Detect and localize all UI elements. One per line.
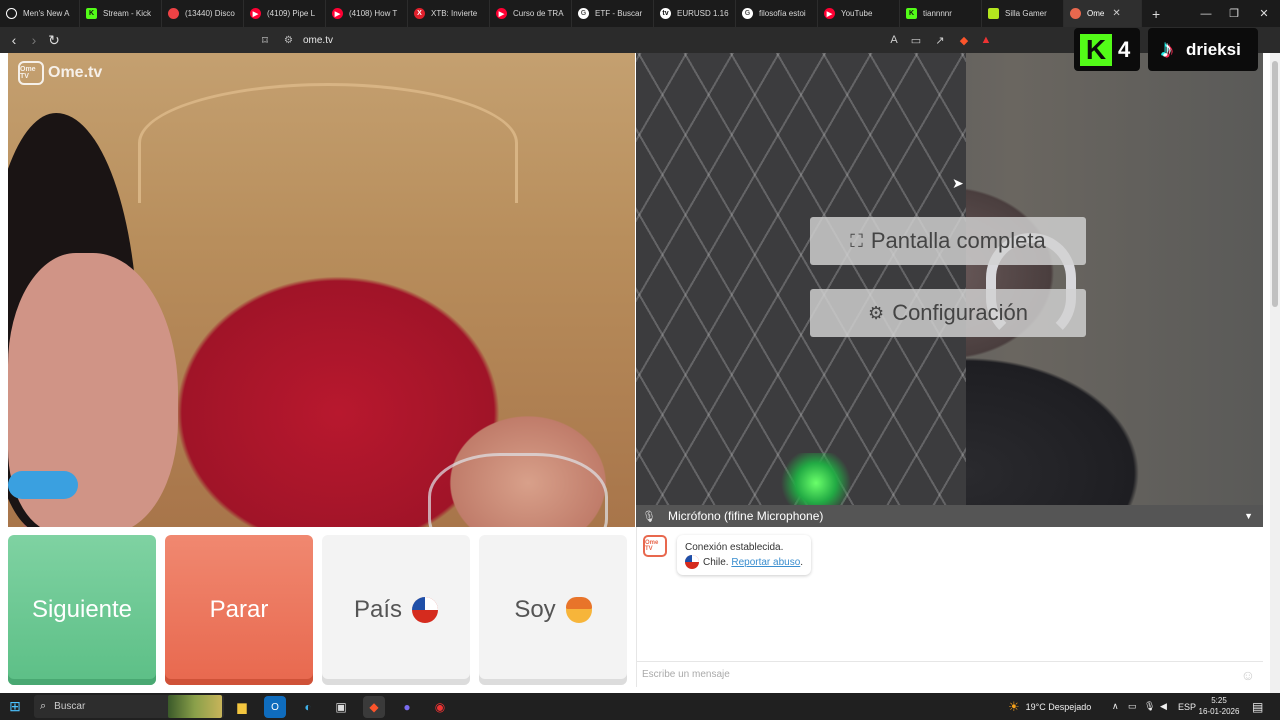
taskbar-search[interactable]: ⌕ Buscar — [34, 695, 224, 718]
own-video: ⛶ Pantalla completa ⚙ Configuración ➤ — [636, 53, 1263, 527]
ometv-logo: Ome TV Ome.tv — [18, 61, 102, 85]
message-input[interactable] — [642, 669, 1222, 680]
kick-icon: K — [906, 8, 917, 19]
site-info-icon[interactable]: ⚙ — [284, 35, 293, 46]
partner-video: Ome TV Ome.tv — [8, 53, 635, 527]
chile-flag-icon — [685, 555, 699, 570]
page-scrollbar[interactable] — [1270, 53, 1280, 693]
tab-xtb[interactable]: X XTB: Invierte — [408, 0, 490, 27]
stop-button[interactable]: Parar — [165, 535, 313, 685]
file-explorer-icon[interactable]: ▆ — [231, 696, 253, 718]
network-icon[interactable]: ▭ — [1128, 693, 1137, 720]
obs-icon[interactable]: ◉ — [429, 696, 451, 718]
new-tab-button[interactable]: + — [1142, 6, 1170, 22]
tiktok-overlay: ♪ drieksi — [1148, 28, 1258, 71]
microphone-select[interactable]: 🎙 Micrófono (fifine Microphone) ▼ — [636, 505, 1263, 527]
tab-silla-gamer[interactable]: Silla Gamer — [982, 0, 1064, 27]
share-icon[interactable]: ↗ — [932, 32, 948, 48]
message-input-bar: ☺ — [636, 661, 1263, 687]
reload-icon[interactable]: ↻ — [44, 30, 64, 50]
youtube-icon: ▶ — [332, 8, 343, 19]
tab-discord[interactable]: (13440) Disco — [162, 0, 244, 27]
country-button[interactable]: País — [322, 535, 470, 685]
volume-icon[interactable]: ◀ — [1160, 693, 1167, 720]
store-icon[interactable]: ▣ — [330, 696, 352, 718]
tab-youtube-curso[interactable]: ▶ Curso de TRA — [490, 0, 572, 27]
close-window-icon[interactable]: ✕ — [1250, 0, 1278, 27]
kick-viewer-overlay: K 4 — [1074, 28, 1140, 71]
youtube-icon: ▶ — [824, 8, 835, 19]
kick-icon: K — [86, 8, 97, 19]
tab-youtube[interactable]: ▶ YouTube — [818, 0, 900, 27]
chevron-down-icon: ▼ — [1244, 511, 1253, 521]
windows-start-icon[interactable]: ⊞ — [0, 693, 30, 720]
translate-icon[interactable]: A — [886, 32, 902, 48]
chile-flag-icon — [412, 597, 439, 623]
notification-icon[interactable]: ▤ — [1252, 693, 1263, 720]
google-icon: G — [578, 8, 589, 19]
tab-etf-search[interactable]: G ETF - Buscar — [572, 0, 654, 27]
weather-widget[interactable]: ☀ 19°C Despejado — [1008, 693, 1091, 720]
brave-shields-icon[interactable]: ◆ — [956, 32, 972, 48]
microphone-tray-icon[interactable]: 🎙 — [1144, 693, 1155, 720]
forward-icon[interactable]: › — [24, 30, 44, 50]
cast-icon[interactable]: ▭ — [908, 32, 924, 48]
fullscreen-button[interactable]: ⛶ Pantalla completa — [810, 217, 1086, 265]
brave-icon[interactable]: ◆ — [363, 696, 385, 718]
taskbar-clock[interactable]: 5:25 16-01-2026 — [1194, 695, 1244, 717]
next-button[interactable]: Siguiente — [8, 535, 156, 685]
system-message: Conexión establecida. Chile. Reportar ab… — [677, 535, 812, 575]
search-highlight-icon — [168, 695, 222, 718]
tab-eurusd[interactable]: tv EURUSD 1.16 — [654, 0, 736, 27]
address-bar[interactable]: ⚙ ome.tv — [284, 30, 884, 50]
tab-filosofia[interactable]: Gfilosofía estoi — [736, 0, 818, 27]
maximize-icon[interactable]: ❐ — [1220, 0, 1248, 27]
github-icon — [6, 8, 17, 19]
ometv-logo-icon: Ome TV — [18, 61, 44, 85]
url-text: ome.tv — [302, 34, 333, 46]
tab-ometv[interactable]: Ome ✕ — [1064, 0, 1142, 27]
ometv-page: Ome TV Ome.tv ⛶ Pantalla completa ⚙ Conf… — [0, 53, 1270, 693]
kick-icon: K — [1080, 33, 1112, 66]
minimize-icon[interactable]: — — [1192, 0, 1220, 27]
search-icon: ⌕ — [40, 700, 47, 712]
gender-button[interactable]: Soy — [479, 535, 627, 685]
xtb-icon: X — [414, 8, 425, 19]
fullscreen-icon: ⛶ — [850, 230, 863, 251]
edge-icon[interactable]: ◐ — [297, 696, 319, 718]
discord-icon — [168, 8, 179, 19]
outlook-icon[interactable]: O — [264, 696, 286, 718]
tradingview-icon: tv — [660, 8, 671, 19]
ometv-icon — [1070, 8, 1081, 19]
youtube-icon: ▶ — [496, 8, 507, 19]
windows-taskbar: ⊞ ⌕ Buscar ▆ O ◐ ▣ ◆ ● ◉ ☀ 19°C Despejad… — [0, 693, 1280, 720]
brave-rewards-icon[interactable]: ▲ — [978, 32, 994, 48]
shop-icon — [988, 8, 999, 19]
tab-youtube-how[interactable]: ▶ (4108) How T — [326, 0, 408, 27]
ometv-bot-avatar: Ome TV — [643, 535, 667, 557]
browser-tab-strip: Men's New A K Stream - Kick (13440) Disco… — [0, 0, 1280, 27]
report-abuse-link[interactable]: Reportar abuso — [731, 557, 800, 568]
tiktok-icon: ♪ — [1161, 35, 1173, 63]
settings-button[interactable]: ⚙ Configuración — [810, 289, 1086, 337]
tab-kick-stream[interactable]: K Stream - Kick — [80, 0, 162, 27]
close-tab-icon[interactable]: ✕ — [1112, 8, 1120, 19]
tab-youtube-pipe[interactable]: ▶ (4109) Pipe L — [244, 0, 326, 27]
discord-taskbar-icon[interactable]: ● — [396, 696, 418, 718]
bookmark-icon[interactable]: ⌑ — [255, 30, 275, 50]
woman-emoji-icon — [565, 597, 592, 623]
microphone-icon: 🎙 — [642, 510, 656, 523]
gear-icon: ⚙ — [868, 302, 885, 323]
google-icon: G — [742, 8, 753, 19]
tray-chevron-icon[interactable]: ∧ — [1112, 693, 1119, 720]
mouse-cursor-icon: ➤ — [952, 175, 964, 191]
tab-kick-tiannnnr[interactable]: Ktiannnnr — [900, 0, 982, 27]
emoji-icon[interactable]: ☺ — [1241, 667, 1255, 683]
weather-icon: ☀ — [1008, 698, 1020, 714]
youtube-icon: ▶ — [250, 8, 261, 19]
tab-mens-new[interactable]: Men's New A — [0, 0, 80, 27]
back-icon[interactable]: ‹ — [4, 30, 24, 50]
